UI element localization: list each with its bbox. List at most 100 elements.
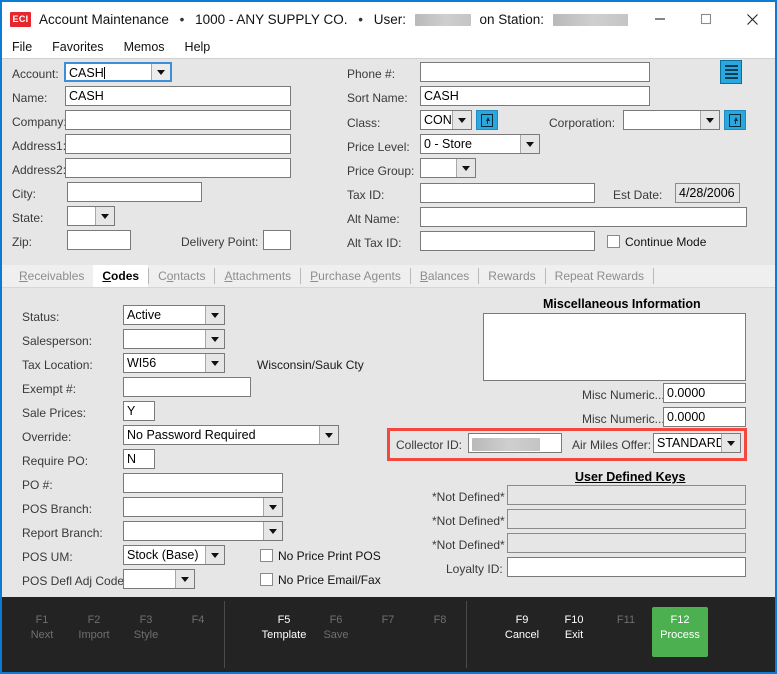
price-group-combo[interactable] [420, 158, 476, 178]
air-miles-offer-combo[interactable]: STANDARD [653, 433, 741, 453]
fn-f6-save[interactable]: F6 Save [310, 613, 362, 643]
chevron-down-icon[interactable] [175, 570, 194, 588]
chevron-down-icon[interactable] [205, 354, 224, 372]
price-group-input[interactable] [421, 159, 456, 177]
fn-f5-template[interactable]: F5 Template [258, 613, 310, 643]
pos-defl-adj-code-value[interactable] [124, 570, 175, 588]
override-combo[interactable]: No Password Required [123, 425, 339, 445]
fn-f1-next[interactable]: F1 Next [16, 613, 68, 643]
tab-contacts[interactable]: Contacts [149, 265, 214, 287]
chevron-down-icon[interactable] [205, 306, 224, 324]
minimize-button[interactable] [637, 2, 683, 36]
chevron-down-icon[interactable] [721, 434, 740, 452]
air-miles-offer-value[interactable]: STANDARD [654, 434, 721, 452]
address2-input[interactable] [65, 158, 291, 178]
tab-repeat-rewards[interactable]: Repeat Rewards [546, 265, 653, 287]
menu-item-file[interactable]: File [12, 40, 32, 54]
collector-id-input[interactable] [468, 433, 562, 453]
state-combo[interactable] [67, 206, 115, 226]
tax-location-combo[interactable]: WI56 [123, 353, 225, 373]
company-input[interactable] [65, 110, 291, 130]
po-number-input[interactable] [123, 473, 283, 493]
require-po-input[interactable]: N [123, 449, 155, 469]
corporation-input[interactable] [624, 111, 700, 129]
pos-um-combo[interactable]: Stock (Base) [123, 545, 225, 565]
pos-um-value[interactable]: Stock (Base) [124, 546, 205, 564]
menu-item-memos[interactable]: Memos [124, 40, 165, 54]
corporation-lookup-button[interactable] [724, 110, 746, 130]
status-value[interactable]: Active [124, 306, 205, 324]
salesperson-combo[interactable] [123, 329, 225, 349]
miscellaneous-memo-input[interactable] [483, 313, 746, 381]
class-combo[interactable]: CON [420, 110, 472, 130]
account-input[interactable]: CASH [66, 64, 151, 80]
pos-branch-value[interactable] [124, 498, 263, 516]
misc-numeric-2-input[interactable]: 0.0000 [663, 407, 746, 427]
override-value[interactable]: No Password Required [124, 426, 319, 444]
tab-purchase-agents[interactable]: Purchase Agents [301, 265, 410, 287]
chevron-down-icon[interactable] [520, 135, 539, 153]
fn-f4[interactable]: F4 [172, 613, 224, 628]
tab-receivables[interactable]: Receivables [10, 265, 93, 287]
chevron-down-icon[interactable] [700, 111, 719, 129]
menu-item-help[interactable]: Help [185, 40, 211, 54]
sale-prices-input[interactable]: Y [123, 401, 155, 421]
no-price-email-fax-checkbox[interactable] [260, 573, 273, 586]
chevron-down-icon[interactable] [151, 64, 170, 80]
phone-input[interactable] [420, 62, 650, 82]
menu-item-favorites[interactable]: Favorites [52, 40, 103, 54]
salesperson-value[interactable] [124, 330, 205, 348]
close-button[interactable] [729, 2, 775, 36]
tab-balances[interactable]: Balances [411, 265, 478, 287]
chevron-down-icon[interactable] [205, 546, 224, 564]
chevron-down-icon[interactable] [95, 207, 114, 225]
loyalty-id-input[interactable] [507, 557, 746, 577]
account-combo[interactable]: CASH [64, 62, 172, 82]
zip-input[interactable] [67, 230, 131, 250]
fn-f6-name: Save [323, 629, 349, 641]
pos-defl-adj-code-combo[interactable] [123, 569, 195, 589]
price-level-input[interactable]: 0 - Store [421, 135, 520, 153]
fn-f12-process[interactable]: F12 Process [652, 607, 708, 657]
price-level-combo[interactable]: 0 - Store [420, 134, 540, 154]
tax-id-input[interactable] [420, 183, 595, 203]
fn-f11[interactable]: F11 [600, 613, 652, 628]
fn-f9-cancel[interactable]: F9 Cancel [496, 613, 548, 643]
fn-f2-import[interactable]: F2 Import [68, 613, 120, 643]
status-combo[interactable]: Active [123, 305, 225, 325]
class-lookup-button[interactable] [476, 110, 498, 130]
address1-input[interactable] [65, 134, 291, 154]
chevron-down-icon[interactable] [319, 426, 338, 444]
tax-location-value[interactable]: WI56 [124, 354, 205, 372]
report-branch-combo[interactable] [123, 521, 283, 541]
report-branch-value[interactable] [124, 522, 263, 540]
corporation-combo[interactable] [623, 110, 720, 130]
exempt-number-input[interactable] [123, 377, 251, 397]
chevron-down-icon[interactable] [452, 111, 471, 129]
pos-branch-combo[interactable] [123, 497, 283, 517]
misc-numeric-1-input[interactable]: 0.0000 [663, 383, 746, 403]
fn-f8[interactable]: F8 [414, 613, 466, 628]
city-input[interactable] [67, 182, 202, 202]
state-input[interactable] [68, 207, 95, 225]
tab-rewards[interactable]: Rewards [479, 265, 544, 287]
alt-tax-id-input[interactable] [420, 231, 595, 251]
class-input[interactable]: CON [421, 111, 452, 129]
maximize-button[interactable] [683, 2, 729, 36]
fn-f10-exit[interactable]: F10 Exit [548, 613, 600, 643]
tab-codes[interactable]: Codes [93, 265, 149, 287]
fn-f7[interactable]: F7 [362, 613, 414, 628]
fn-f3-style[interactable]: F3 Style [120, 613, 172, 643]
chevron-down-icon[interactable] [205, 330, 224, 348]
tab-attachments[interactable]: Attachments [215, 265, 300, 287]
chevron-down-icon[interactable] [263, 522, 282, 540]
chevron-down-icon[interactable] [263, 498, 282, 516]
chevron-down-icon[interactable] [456, 159, 475, 177]
name-input[interactable]: CASH [65, 86, 291, 106]
continue-mode-checkbox[interactable] [607, 235, 620, 248]
alt-name-input[interactable] [420, 207, 747, 227]
delivery-point-input[interactable] [263, 230, 291, 250]
no-price-print-pos-checkbox[interactable] [260, 549, 273, 562]
sort-name-input[interactable]: CASH [420, 86, 650, 106]
notes-icon[interactable] [720, 60, 742, 84]
